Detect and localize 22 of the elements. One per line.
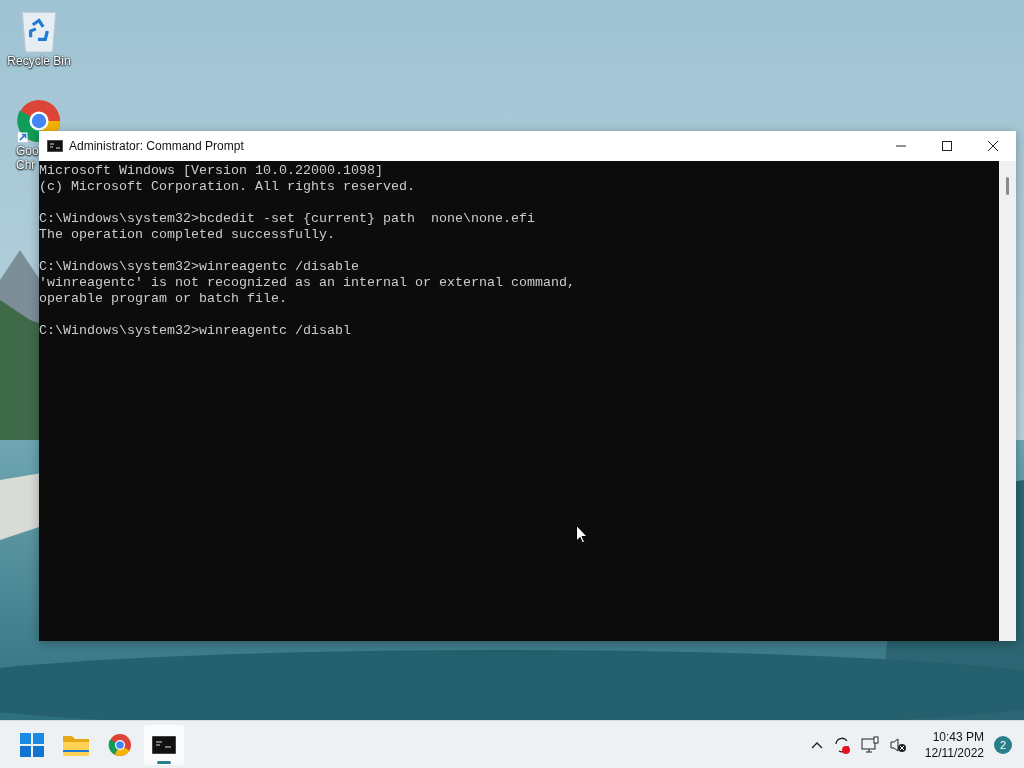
folder-icon [63, 733, 89, 756]
close-icon [988, 141, 998, 151]
desktop-icon-label: Chr [15, 158, 36, 172]
desktop-icon-label: Goo [15, 144, 39, 158]
notification-badge[interactable]: 2 [994, 735, 1012, 754]
windows-logo-icon [20, 732, 44, 757]
console-output: Microsoft Windows [Version 10.0.22000.1098] (c) Microsoft Corporation. All rights reserved. C:\Windows\system32>bcdedit -set {current} path none\none.efi The operation completed successfully. C:\Windows\system32>winreagentc /disable 'winreagentc' is not recognized as an internal or external command, operable program or batch file. C:\Windows\system32>winreagentc /disabl [39, 162, 576, 339]
chevron-up-icon[interactable] [810, 740, 823, 749]
desktop-icon-label: Recycle Bin [7, 54, 71, 68]
terminal-taskbar-button[interactable] [144, 724, 184, 765]
network-icon[interactable] [860, 735, 879, 754]
terminal-icon [152, 735, 176, 754]
terminal-icon [47, 140, 63, 152]
maximize-icon [942, 141, 952, 151]
muted-speaker-icon[interactable] [888, 735, 907, 754]
mouse-pointer-icon [576, 525, 588, 544]
window-title: Administrator: Command Prompt [69, 139, 244, 153]
sync-alert-icon[interactable] [832, 735, 851, 754]
clock-time[interactable]: 10:43 PM [924, 728, 984, 745]
scrollbar-thumb[interactable] [1006, 177, 1009, 195]
clock-date[interactable]: 12/11/2022 [924, 744, 984, 761]
chrome-icon [108, 732, 132, 757]
